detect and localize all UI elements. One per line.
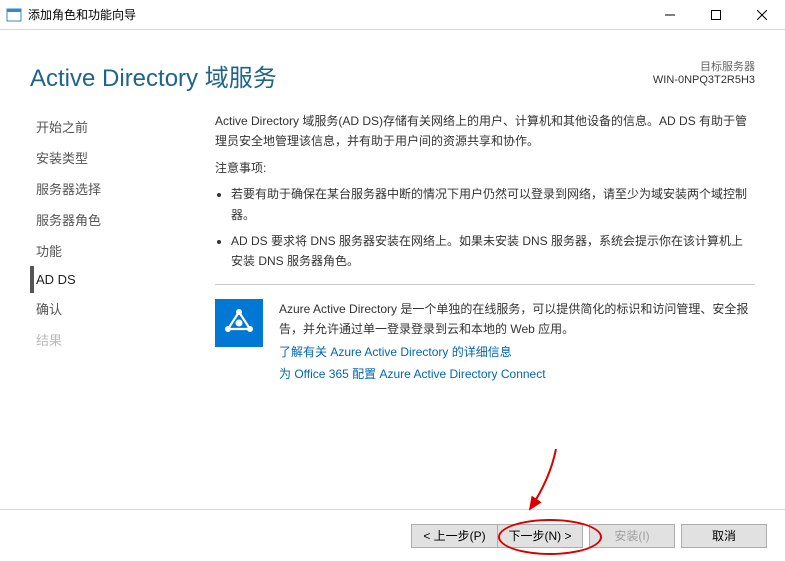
target-server-label: 目标服务器 bbox=[653, 58, 755, 74]
titlebar: 添加角色和功能向导 bbox=[0, 0, 785, 30]
footer: < 上一步(P) 下一步(N) > 安装(I) 取消 bbox=[0, 509, 785, 561]
minimize-button[interactable] bbox=[647, 0, 693, 29]
nav-button-group: < 上一步(P) 下一步(N) > bbox=[411, 524, 583, 548]
sidebar: 开始之前 安装类型 服务器选择 服务器角色 功能 AD DS 确认 结果 bbox=[30, 105, 185, 384]
sidebar-item-server-select[interactable]: 服务器选择 bbox=[30, 173, 185, 204]
install-button: 安装(I) bbox=[589, 524, 675, 548]
content: Active Directory 域服务(AD DS)存储有关网络上的用户、计算… bbox=[185, 105, 785, 384]
target-server-info: 目标服务器 WIN-0NPQ3T2R5H3 bbox=[653, 58, 755, 86]
previous-button[interactable]: < 上一步(P) bbox=[411, 524, 497, 548]
notes-heading: 注意事项: bbox=[215, 158, 755, 178]
sidebar-item-server-roles[interactable]: 服务器角色 bbox=[30, 204, 185, 235]
maximize-button[interactable] bbox=[693, 0, 739, 29]
header: Active Directory 域服务 目标服务器 WIN-0NPQ3T2R5… bbox=[0, 30, 785, 105]
sidebar-item-before-begin[interactable]: 开始之前 bbox=[30, 111, 185, 142]
close-button[interactable] bbox=[739, 0, 785, 29]
intro-text: Active Directory 域服务(AD DS)存储有关网络上的用户、计算… bbox=[215, 111, 755, 152]
sidebar-item-confirm[interactable]: 确认 bbox=[30, 293, 185, 324]
note-item: 若要有助于确保在某台服务器中断的情况下用户仍然可以登录到网络，请至少为域安装两个… bbox=[231, 184, 755, 225]
azure-description: Azure Active Directory 是一个单独的在线服务，可以提供简化… bbox=[279, 302, 748, 336]
azure-ad-icon bbox=[215, 299, 263, 347]
divider bbox=[215, 284, 755, 285]
azure-info-box: Azure Active Directory 是一个单独的在线服务，可以提供简化… bbox=[215, 299, 755, 385]
app-icon bbox=[6, 7, 22, 23]
sidebar-item-install-type[interactable]: 安装类型 bbox=[30, 142, 185, 173]
body: 开始之前 安装类型 服务器选择 服务器角色 功能 AD DS 确认 结果 Act… bbox=[0, 105, 785, 384]
window-title: 添加角色和功能向导 bbox=[28, 6, 647, 23]
note-item: AD DS 要求将 DNS 服务器安装在网络上。如果未安装 DNS 服务器，系统… bbox=[231, 231, 755, 272]
notes-list: 若要有助于确保在某台服务器中断的情况下用户仍然可以登录到网络，请至少为域安装两个… bbox=[215, 184, 755, 272]
window-controls bbox=[647, 0, 785, 29]
target-server-name: WIN-0NPQ3T2R5H3 bbox=[653, 74, 755, 86]
sidebar-item-adds[interactable]: AD DS bbox=[30, 266, 185, 293]
azure-o365-link[interactable]: 为 Office 365 配置 Azure Active Directory C… bbox=[279, 364, 755, 384]
next-button[interactable]: 下一步(N) > bbox=[497, 524, 583, 548]
sidebar-item-features[interactable]: 功能 bbox=[30, 235, 185, 266]
azure-text: Azure Active Directory 是一个单独的在线服务，可以提供简化… bbox=[279, 299, 755, 385]
page-title: Active Directory 域服务 bbox=[30, 58, 277, 93]
cancel-button[interactable]: 取消 bbox=[681, 524, 767, 548]
azure-learn-more-link[interactable]: 了解有关 Azure Active Directory 的详细信息 bbox=[279, 342, 755, 362]
sidebar-item-results: 结果 bbox=[30, 324, 185, 355]
